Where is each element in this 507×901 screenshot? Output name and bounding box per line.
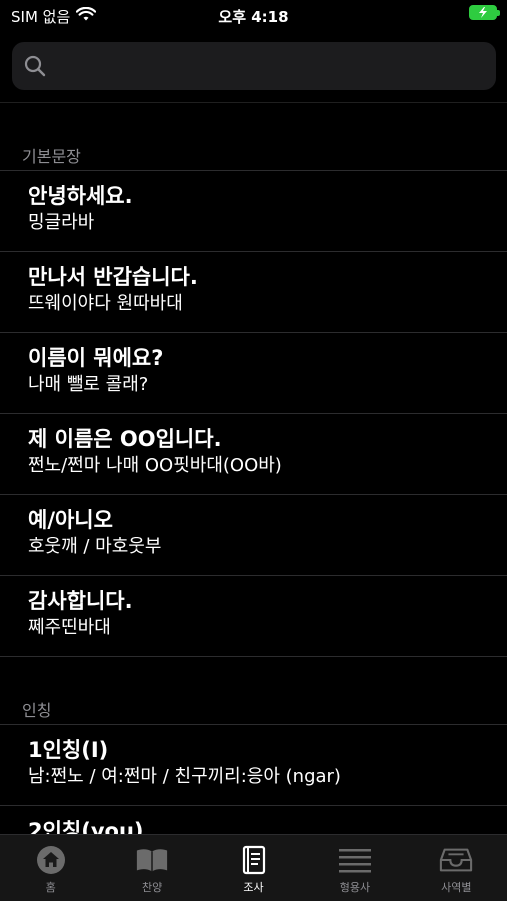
- phrase-korean: 감사합니다.: [28, 589, 133, 613]
- list-item[interactable]: 감사합니다. 쩨주띤바대: [0, 576, 507, 657]
- tab-home[interactable]: 홈: [0, 835, 101, 901]
- tab-label: 조사: [243, 881, 264, 894]
- list-item[interactable]: 예/아니오 호웃깨 / 마호웃부: [0, 495, 507, 576]
- list-icon: [338, 845, 372, 875]
- phrase-pronunciation: 밍글라바: [28, 212, 95, 233]
- tray-icon: [439, 845, 473, 875]
- home-icon: [34, 845, 68, 875]
- tab-label: 사역별: [441, 881, 472, 894]
- book-icon: [237, 845, 271, 875]
- phrase-korean: 2인칭(you): [28, 819, 144, 835]
- phrase-korean: 안녕하세요.: [28, 184, 133, 208]
- phrase-korean: 1인칭(I): [28, 738, 109, 762]
- phrase-korean: 제 이름은 OO입니다.: [28, 427, 222, 451]
- list-item[interactable]: 2인칭(you): [0, 806, 507, 835]
- tab-research[interactable]: 조사: [203, 835, 304, 901]
- tab-adjective[interactable]: 형용사: [304, 835, 405, 901]
- search-input[interactable]: [56, 50, 490, 84]
- list-item[interactable]: 이름이 뭐에요? 나매 뺄로 콜래?: [0, 333, 507, 414]
- phrase-korean: 이름이 뭐에요?: [28, 346, 164, 370]
- status-time: 오후 4:18: [218, 8, 289, 26]
- book-open-icon: [135, 845, 169, 875]
- tab-bar: 홈 찬양 조사 형용사 사역별: [0, 834, 507, 901]
- tab-label: 형용사: [339, 881, 371, 894]
- tab-praise[interactable]: 찬양: [101, 835, 202, 901]
- section-header-basic: 기본문장: [0, 103, 507, 171]
- phrase-pronunciation: 쩐노/쩐마 나매 OO핏바대(OO바): [28, 455, 282, 476]
- phrase-pronunciation: 쩨주띤바대: [28, 617, 111, 638]
- phrase-korean: 만나서 반갑습니다.: [28, 265, 198, 289]
- phrase-pronunciation: 나매 뺄로 콜래?: [28, 374, 149, 395]
- status-bar: SIM 없음 오후 4:18: [0, 0, 507, 30]
- phrase-pronunciation: 호웃깨 / 마호웃부: [28, 536, 162, 557]
- tab-label: 찬양: [141, 881, 163, 894]
- list-item[interactable]: 만나서 반갑습니다. 뜨웨이야다 원따바대: [0, 252, 507, 333]
- tab-label: 홈: [45, 881, 56, 894]
- phrase-pronunciation: 뜨웨이야다 원따바대: [28, 293, 183, 314]
- battery-icon: [469, 5, 500, 20]
- search-bar[interactable]: [12, 42, 496, 90]
- list-item[interactable]: 1인칭(I) 남:쩐노 / 여:쩐마 / 친구끼리:응아 (ngar): [0, 725, 507, 806]
- phrase-list[interactable]: 기본문장 안녕하세요. 밍글라바 만나서 반갑습니다. 뜨웨이야다 원따바대 이…: [0, 102, 507, 835]
- search-icon: [24, 55, 46, 77]
- section-header-person: 인칭: [0, 657, 507, 725]
- phrase-pronunciation: 남:쩐노 / 여:쩐마 / 친구끼리:응아 (ngar): [28, 766, 341, 787]
- tab-ministry[interactable]: 사역별: [406, 835, 507, 901]
- list-item[interactable]: 안녕하세요. 밍글라바: [0, 171, 507, 252]
- list-item[interactable]: 제 이름은 OO입니다. 쩐노/쩐마 나매 OO핏바대(OO바): [0, 414, 507, 495]
- phrase-korean: 예/아니오: [28, 508, 113, 532]
